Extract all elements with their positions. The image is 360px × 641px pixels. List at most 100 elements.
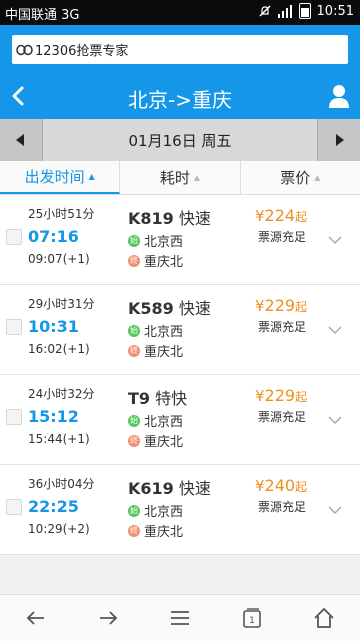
- next-day-button[interactable]: [317, 119, 360, 161]
- train-number: T9: [128, 389, 151, 408]
- tabs-icon: 1: [243, 608, 261, 628]
- status-bar: 中国联通 3G 10:51: [0, 0, 360, 25]
- ad-banner: 12306抢票专家: [0, 25, 360, 74]
- arrow-left-icon: [26, 611, 44, 625]
- menu-icon: [171, 611, 189, 625]
- train-row[interactable]: 36小时04分 22:25 10:29(+2) K619 快速 始北京西 终重庆…: [0, 465, 360, 555]
- origin-badge: 始: [128, 414, 140, 427]
- terminal-badge: 终: [128, 254, 140, 267]
- train-type: 快速: [178, 479, 211, 498]
- train-type: 快速: [178, 209, 211, 228]
- terminal-station: 终重庆北: [128, 431, 183, 450]
- sort-up-icon: ▲: [314, 173, 321, 182]
- origin-name: 北京西: [144, 415, 184, 430]
- signal-icon: [277, 4, 292, 18]
- select-checkbox[interactable]: [6, 409, 22, 425]
- origin-name: 北京西: [144, 505, 184, 520]
- terminal-badge: 终: [128, 434, 140, 447]
- terminal-badge: 终: [128, 524, 140, 537]
- price: ¥224起: [255, 206, 307, 225]
- bottom-toolbar: 1: [0, 594, 360, 641]
- arrival-time: 10:29(+2): [28, 522, 90, 536]
- home-icon: [314, 607, 334, 628]
- clock-label: 10:51: [316, 3, 354, 19]
- carrier-label: 中国联通 3G: [5, 8, 80, 23]
- origin-station: 始北京西: [128, 321, 183, 340]
- arrival-time: 15:44(+1): [28, 432, 90, 446]
- departure-time: 22:25: [28, 497, 79, 516]
- train-name: K819 快速: [128, 205, 211, 229]
- currency-symbol: ¥: [255, 297, 265, 315]
- price: ¥229起: [255, 296, 307, 315]
- terminal-station: 终重庆北: [128, 521, 183, 540]
- train-number: K619: [128, 479, 174, 498]
- selected-date[interactable]: 01月16日 周五: [0, 130, 360, 151]
- price-suffix: 起: [295, 480, 308, 494]
- origin-badge: 始: [128, 234, 140, 247]
- sort-duration-tab[interactable]: 耗时 ▲: [120, 161, 241, 194]
- sort-price-tab[interactable]: 票价 ▲: [241, 161, 360, 194]
- sort-up-icon: ▲: [88, 172, 95, 181]
- train-type: 特快: [155, 389, 188, 408]
- app-logo-icon: [16, 44, 33, 55]
- price-value: 224: [264, 206, 296, 225]
- currency-symbol: ¥: [255, 387, 265, 405]
- origin-badge: 始: [128, 504, 140, 517]
- ad-text: 12306抢票专家: [35, 44, 129, 59]
- chevron-down-icon[interactable]: [328, 415, 342, 425]
- origin-station: 始北京西: [128, 501, 183, 520]
- origin-station: 始北京西: [128, 411, 183, 430]
- price-suffix: 起: [295, 300, 308, 314]
- sort-departure-label: 出发时间: [24, 168, 85, 186]
- status-icons: 10:51: [259, 3, 354, 19]
- sort-bar: 出发时间 ▲ 耗时 ▲ 票价 ▲: [0, 161, 360, 195]
- travel-duration: 29小时31分: [28, 297, 95, 311]
- price-value: 240: [264, 476, 296, 495]
- train-list: 25小时51分 07:16 09:07(+1) K819 快速 始北京西 终重庆…: [0, 195, 360, 555]
- origin-name: 北京西: [144, 235, 184, 250]
- departure-time: 07:16: [28, 227, 79, 246]
- sort-departure-tab[interactable]: 出发时间 ▲: [0, 161, 121, 194]
- notification-mute-icon: [259, 5, 271, 17]
- terminal-name: 重庆北: [144, 525, 184, 540]
- availability: 票源充足: [258, 320, 307, 334]
- train-number: K589: [128, 299, 174, 318]
- home-button[interactable]: [288, 595, 360, 641]
- forward-button[interactable]: [72, 595, 144, 641]
- chevron-down-icon[interactable]: [328, 505, 342, 515]
- menu-button[interactable]: [144, 595, 216, 641]
- select-checkbox[interactable]: [6, 499, 22, 515]
- chevron-right-icon: [336, 134, 344, 146]
- train-row[interactable]: 29小时31分 10:31 16:02(+1) K589 快速 始北京西 终重庆…: [0, 285, 360, 375]
- terminal-station: 终重庆北: [128, 251, 183, 270]
- sort-price-label: 票价: [280, 169, 311, 187]
- departure-time: 10:31: [28, 317, 79, 336]
- origin-name: 北京西: [144, 325, 184, 340]
- terminal-badge: 终: [128, 344, 140, 357]
- price: ¥229起: [255, 386, 307, 405]
- page-title: 北京->重庆: [128, 88, 232, 112]
- availability: 票源充足: [258, 500, 307, 514]
- select-checkbox[interactable]: [6, 229, 22, 245]
- arrival-time: 09:07(+1): [28, 252, 90, 266]
- train-type: 快速: [178, 299, 211, 318]
- price: ¥240起: [255, 476, 307, 495]
- tabs-button[interactable]: 1: [216, 595, 288, 641]
- terminal-name: 重庆北: [144, 255, 184, 270]
- currency-symbol: ¥: [255, 477, 265, 495]
- user-icon[interactable]: [328, 84, 350, 108]
- chevron-down-icon[interactable]: [328, 325, 342, 335]
- back-button[interactable]: [0, 595, 72, 641]
- train-row[interactable]: 24小时32分 15:12 15:44(+1) T9 特快 始北京西 终重庆北 …: [0, 375, 360, 465]
- select-checkbox[interactable]: [6, 319, 22, 335]
- train-row[interactable]: 25小时51分 07:16 09:07(+1) K819 快速 始北京西 终重庆…: [0, 195, 360, 285]
- ad-box[interactable]: 12306抢票专家: [12, 35, 348, 64]
- battery-icon: [298, 3, 311, 19]
- price-suffix: 起: [295, 390, 308, 404]
- arrival-time: 16:02(+1): [28, 342, 90, 356]
- date-bar: 01月16日 周五: [0, 119, 360, 161]
- chevron-down-icon[interactable]: [328, 235, 342, 245]
- availability: 票源充足: [258, 410, 307, 424]
- sort-up-icon: ▲: [193, 173, 201, 182]
- currency-symbol: ¥: [255, 207, 265, 225]
